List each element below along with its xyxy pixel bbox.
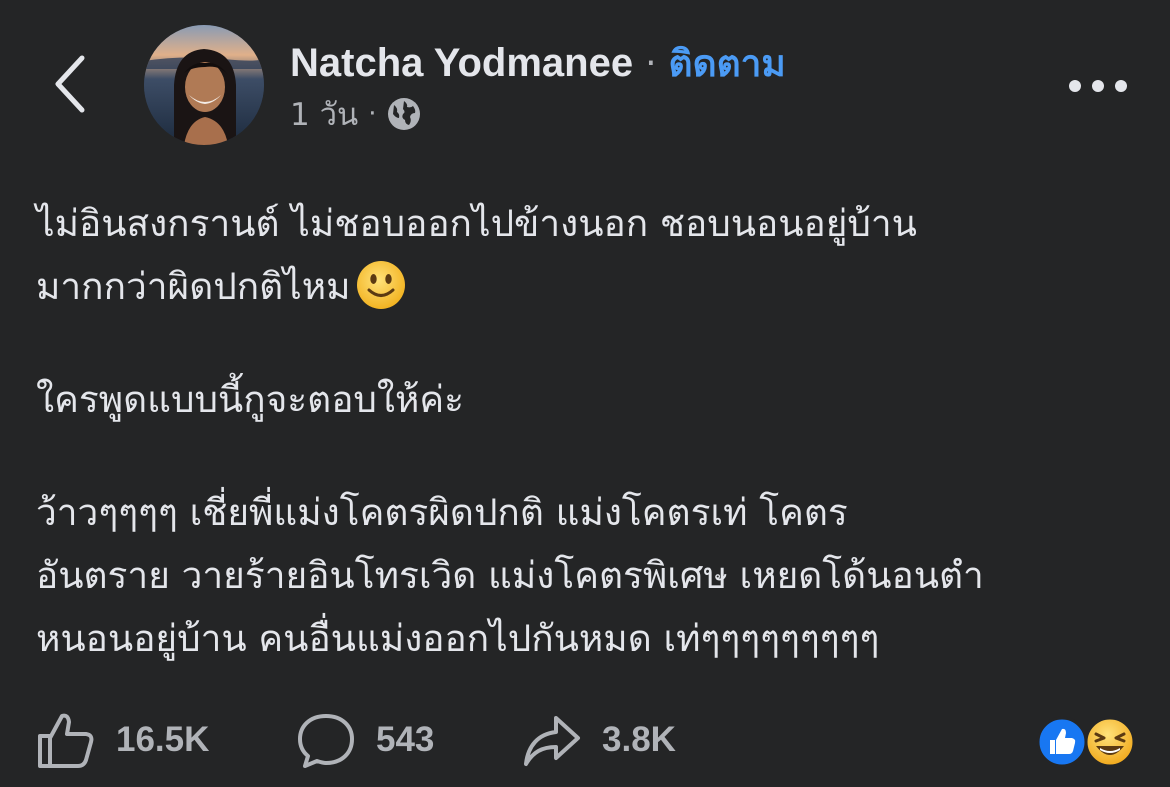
action-bar: 16.5K 543 3.8K (0, 700, 1170, 780)
comment-bubble-icon (298, 714, 354, 768)
name-separator: · (645, 42, 657, 84)
like-button[interactable]: 16.5K (36, 708, 209, 772)
post-line: หนอนอยู่บ้าน คนอื่นแม่งออกไปกันหมด เท่ๆๆ… (36, 617, 880, 660)
avatar-photo (144, 25, 264, 145)
share-count: 3.8K (602, 720, 676, 759)
more-horizontal-icon (1069, 80, 1127, 92)
slightly-smiling-face-emoji (356, 260, 405, 309)
like-reaction-icon (1036, 716, 1088, 768)
post-header: Natcha Yodmanee · ติดตาม 1 วัน · (0, 0, 1170, 160)
chevron-left-icon (55, 55, 85, 113)
follow-button[interactable]: ติดตาม (669, 34, 786, 93)
share-arrow-icon (524, 716, 580, 766)
author-name[interactable]: Natcha Yodmanee (290, 41, 633, 86)
more-options-button[interactable] (1062, 62, 1134, 110)
reaction-icons (1036, 716, 1136, 768)
post-meta: 1 วัน · (290, 92, 422, 136)
like-count: 16.5K (116, 720, 210, 759)
comment-button[interactable]: 543 (296, 708, 434, 772)
post-timestamp[interactable]: 1 วัน (290, 89, 358, 139)
post-line-text: มากกว่าผิดปกติไหม (36, 265, 351, 308)
post-line: ว้าวๆๆๆๆ เชี่ยพี่แม่งโคตรผิดปกติ แม่งโคต… (36, 491, 848, 534)
post-line: ใครพูดแบบนี้กูจะตอบให้ค่ะ (36, 378, 464, 421)
avatar[interactable] (144, 25, 264, 145)
post-line: อันตราย วายร้ายอินโทรเวิด แม่งโคตรพิเศษ … (36, 554, 984, 597)
post-line: ไม่อินสงกรานต์ ไม่ชอบออกไปข้างนอก ชอบนอน… (36, 202, 917, 245)
share-button[interactable]: 3.8K (522, 708, 676, 772)
globe-icon (388, 98, 421, 130)
meta-separator: · (368, 99, 377, 129)
comment-count: 543 (376, 720, 435, 759)
post-line: มากกว่าผิดปกติไหม (36, 255, 1146, 318)
haha-reaction-icon (1084, 716, 1136, 768)
back-button[interactable] (46, 52, 94, 116)
post-text: ไม่อินสงกรานต์ ไม่ชอบออกไปข้างนอก ชอบนอน… (36, 192, 1146, 670)
reaction-summary[interactable] (1036, 716, 1136, 768)
author-line: Natcha Yodmanee · ติดตาม (290, 38, 786, 88)
thumbs-up-icon (38, 713, 94, 768)
